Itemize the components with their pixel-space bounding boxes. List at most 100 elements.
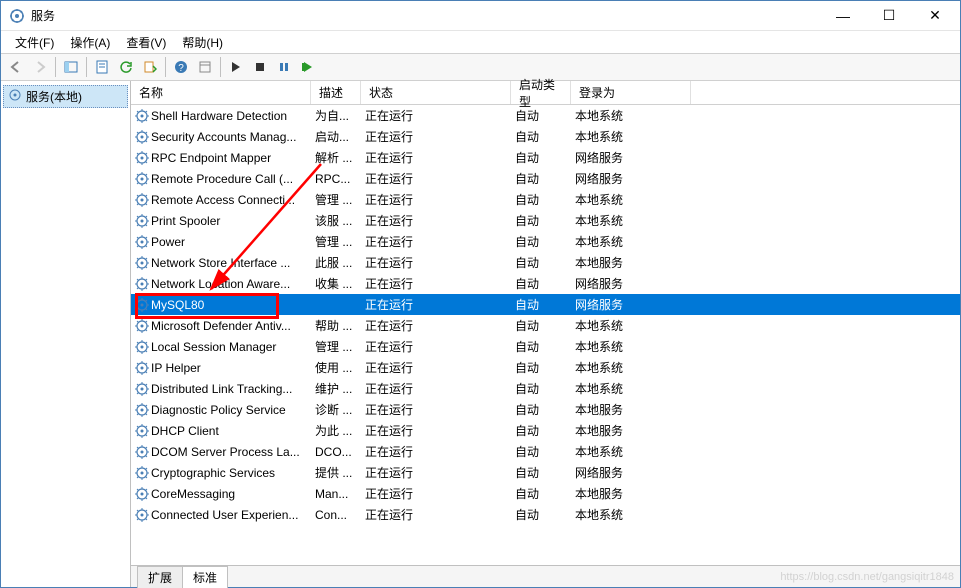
service-row[interactable]: Print Spooler该服 ...正在运行自动本地系统 xyxy=(131,210,960,231)
cell-status: 正在运行 xyxy=(361,359,511,376)
cell-logon: 本地系统 xyxy=(571,191,691,208)
cell-name: Diagnostic Policy Service xyxy=(131,403,311,417)
cell-logon: 本地系统 xyxy=(571,380,691,397)
cell-desc: Man... xyxy=(311,487,361,501)
close-button[interactable]: ✕ xyxy=(912,1,958,31)
cell-startup: 自动 xyxy=(511,317,571,334)
col-header-startup[interactable]: 启动类型 xyxy=(511,81,571,104)
services-list[interactable]: Shell Hardware Detection为自...正在运行自动本地系统S… xyxy=(131,105,960,565)
service-row[interactable]: DCOM Server Process La...DCO...正在运行自动本地系… xyxy=(131,441,960,462)
gear-icon xyxy=(8,88,22,105)
cell-name: Security Accounts Manag... xyxy=(131,130,311,144)
cell-status: 正在运行 xyxy=(361,401,511,418)
cell-status: 正在运行 xyxy=(361,380,511,397)
service-row[interactable]: Power管理 ...正在运行自动本地系统 xyxy=(131,231,960,252)
tree-pane: 服务(本地) xyxy=(1,81,131,587)
cell-startup: 自动 xyxy=(511,380,571,397)
tree-root-label: 服务(本地) xyxy=(26,88,82,105)
cell-startup: 自动 xyxy=(511,296,571,313)
tab-extended[interactable]: 扩展 xyxy=(137,566,183,588)
service-row[interactable]: RPC Endpoint Mapper解析 ...正在运行自动网络服务 xyxy=(131,147,960,168)
cell-logon: 网络服务 xyxy=(571,149,691,166)
cell-name: CoreMessaging xyxy=(131,487,311,501)
menu-action[interactable]: 操作(A) xyxy=(62,32,118,53)
column-headers: 名称 描述 状态 启动类型 登录为 xyxy=(131,81,960,105)
service-row[interactable]: IP Helper使用 ...正在运行自动本地系统 xyxy=(131,357,960,378)
cell-name: MySQL80 xyxy=(131,298,311,312)
minimize-button[interactable]: — xyxy=(820,1,866,31)
service-row[interactable]: Local Session Manager管理 ...正在运行自动本地系统 xyxy=(131,336,960,357)
cell-desc: 解析 ... xyxy=(311,149,361,166)
service-row[interactable]: Security Accounts Manag...启动...正在运行自动本地系… xyxy=(131,126,960,147)
tree-root-services-local[interactable]: 服务(本地) xyxy=(3,85,128,108)
nav-back-button[interactable] xyxy=(5,56,27,78)
nav-forward-button[interactable] xyxy=(29,56,51,78)
service-row[interactable]: Cryptographic Services提供 ...正在运行自动网络服务 xyxy=(131,462,960,483)
cell-name: DHCP Client xyxy=(131,424,311,438)
tab-standard[interactable]: 标准 xyxy=(182,566,228,588)
cell-desc: 该服 ... xyxy=(311,212,361,229)
service-row[interactable]: CoreMessagingMan...正在运行自动本地服务 xyxy=(131,483,960,504)
cell-desc: 帮助 ... xyxy=(311,317,361,334)
cell-logon: 本地系统 xyxy=(571,506,691,523)
properties-button[interactable] xyxy=(91,56,113,78)
service-row[interactable]: Remote Procedure Call (...RPC...正在运行自动网络… xyxy=(131,168,960,189)
export-list-button[interactable] xyxy=(139,56,161,78)
show-hide-tree-button[interactable] xyxy=(60,56,82,78)
cell-startup: 自动 xyxy=(511,443,571,460)
cell-name: Network Location Aware... xyxy=(131,277,311,291)
svg-text:?: ? xyxy=(178,63,184,74)
cell-logon: 本地系统 xyxy=(571,338,691,355)
cell-status: 正在运行 xyxy=(361,296,511,313)
service-row[interactable]: Network Location Aware...收集 ...正在运行自动网络服… xyxy=(131,273,960,294)
cell-desc: RPC... xyxy=(311,172,361,186)
cell-desc: Con... xyxy=(311,508,361,522)
service-row[interactable]: Microsoft Defender Antiv...帮助 ...正在运行自动本… xyxy=(131,315,960,336)
cell-logon: 网络服务 xyxy=(571,296,691,313)
cell-logon: 网络服务 xyxy=(571,170,691,187)
cell-name: Connected User Experien... xyxy=(131,508,311,522)
pause-service-button[interactable] xyxy=(273,56,295,78)
cell-logon: 本地系统 xyxy=(571,359,691,376)
cell-logon: 本地服务 xyxy=(571,422,691,439)
restart-service-button[interactable] xyxy=(297,56,319,78)
service-row[interactable]: Distributed Link Tracking...维护 ...正在运行自动… xyxy=(131,378,960,399)
cell-status: 正在运行 xyxy=(361,464,511,481)
service-row[interactable]: DHCP Client为此 ...正在运行自动本地服务 xyxy=(131,420,960,441)
col-header-logon[interactable]: 登录为 xyxy=(571,81,691,104)
stop-service-button[interactable] xyxy=(249,56,271,78)
cell-startup: 自动 xyxy=(511,170,571,187)
service-row[interactable]: MySQL80 正在运行自动网络服务 xyxy=(131,294,960,315)
cell-name: Microsoft Defender Antiv... xyxy=(131,319,311,333)
menu-bar: 文件(F) 操作(A) 查看(V) 帮助(H) xyxy=(1,31,960,53)
col-header-status[interactable]: 状态 xyxy=(361,81,511,104)
menu-help[interactable]: 帮助(H) xyxy=(174,32,231,53)
cell-startup: 自动 xyxy=(511,359,571,376)
cell-startup: 自动 xyxy=(511,275,571,292)
cell-status: 正在运行 xyxy=(361,317,511,334)
watermark-text: https://blog.csdn.net/gangsiqitr1848 xyxy=(780,571,954,583)
col-header-name[interactable]: 名称 xyxy=(131,81,311,104)
refresh-button[interactable] xyxy=(115,56,137,78)
cell-desc: 管理 ... xyxy=(311,338,361,355)
cell-logon: 网络服务 xyxy=(571,464,691,481)
toolbar: ? xyxy=(1,53,960,81)
cell-status: 正在运行 xyxy=(361,191,511,208)
cell-startup: 自动 xyxy=(511,107,571,124)
service-row[interactable]: Diagnostic Policy Service诊断 ...正在运行自动本地服… xyxy=(131,399,960,420)
cell-name: Distributed Link Tracking... xyxy=(131,382,311,396)
service-row[interactable]: Shell Hardware Detection为自...正在运行自动本地系统 xyxy=(131,105,960,126)
help-button[interactable]: ? xyxy=(170,56,192,78)
service-row[interactable]: Remote Access Connecti...管理 ...正在运行自动本地系… xyxy=(131,189,960,210)
toolbar-icon-button[interactable] xyxy=(194,56,216,78)
cell-logon: 本地系统 xyxy=(571,443,691,460)
menu-file[interactable]: 文件(F) xyxy=(7,32,62,53)
service-row[interactable]: Connected User Experien...Con...正在运行自动本地… xyxy=(131,504,960,525)
start-service-button[interactable] xyxy=(225,56,247,78)
menu-view[interactable]: 查看(V) xyxy=(118,32,174,53)
cell-status: 正在运行 xyxy=(361,422,511,439)
service-row[interactable]: Network Store Interface ...此服 ...正在运行自动本… xyxy=(131,252,960,273)
col-header-desc[interactable]: 描述 xyxy=(311,81,361,104)
cell-status: 正在运行 xyxy=(361,149,511,166)
maximize-button[interactable]: ☐ xyxy=(866,1,912,31)
